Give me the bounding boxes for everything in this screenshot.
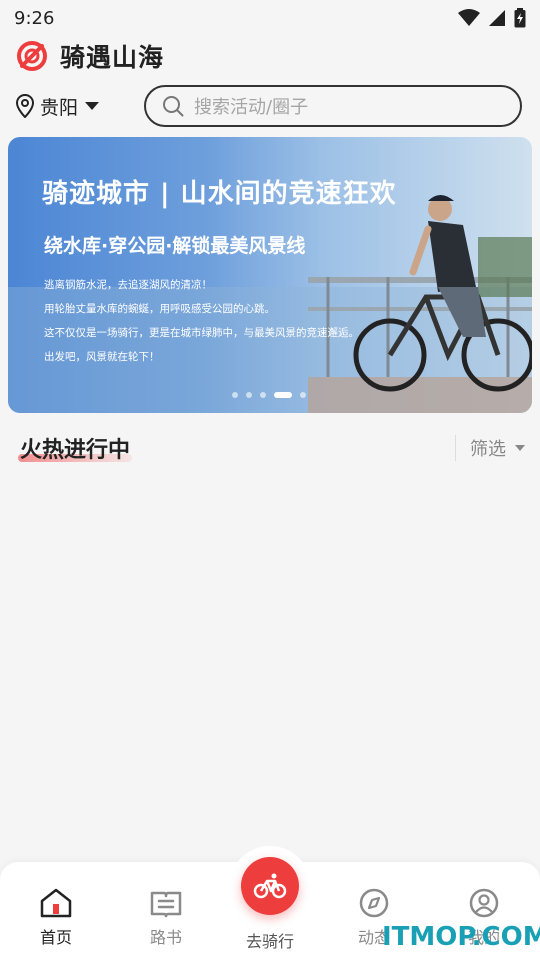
location-pin-icon xyxy=(16,94,34,118)
search-icon xyxy=(163,96,184,117)
status-icons xyxy=(458,8,526,28)
carousel-dot[interactable] xyxy=(260,392,266,398)
city-selector[interactable]: 贵阳 xyxy=(16,93,144,120)
carousel-dot[interactable] xyxy=(246,392,252,398)
carousel-dot[interactable] xyxy=(300,392,306,398)
nav-label: 路书 xyxy=(149,928,182,947)
go-ride-label: 去骑行 xyxy=(245,932,294,951)
banner-subtitle: 绕水库·穿公园·解锁最美风景线 xyxy=(44,235,306,257)
section-title-text: 火热进行中 xyxy=(20,438,131,463)
nav-item-home[interactable]: 首页 xyxy=(16,888,96,948)
promo-banner[interactable]: 骑迹城市 | 山水间的竞速狂欢 绕水库·穿公园·解锁最美风景线 逃离钢筋水泥，去… xyxy=(8,137,532,413)
nav-label: 首页 xyxy=(39,928,72,947)
app-title: 骑遇山海 xyxy=(60,43,165,72)
banner-line: 用轮胎丈量水库的蜿蜒，用呼吸感受公园的心跳。 xyxy=(44,303,275,315)
banner-description: 逃离钢筋水泥，去追逐湖风的清凉！ 用轮胎丈量水库的蜿蜒，用呼吸感受公园的心跳。 … xyxy=(44,273,359,369)
signal-icon xyxy=(489,10,505,26)
search-input[interactable]: 搜索活动/圈子 xyxy=(144,85,522,127)
watermark: ITMOP.COM xyxy=(382,922,540,952)
city-name: 贵阳 xyxy=(40,96,79,119)
battery-icon xyxy=(514,8,526,28)
profile-icon xyxy=(469,888,499,918)
app-logo-icon xyxy=(17,41,47,71)
wifi-icon xyxy=(458,9,480,26)
bicycle-icon xyxy=(253,873,287,899)
banner-title: 骑迹城市 | 山水间的竞速狂欢 xyxy=(42,179,397,209)
filter-button[interactable]: 筛选 xyxy=(455,435,526,461)
nav-item-route-book[interactable]: 路书 xyxy=(126,888,206,948)
search-placeholder: 搜索活动/圈子 xyxy=(194,97,309,118)
carousel-dot-active[interactable] xyxy=(274,392,292,398)
caret-down-icon xyxy=(85,102,100,110)
location-search-row: 贵阳 搜索活动/圈子 xyxy=(16,84,522,128)
section-title: 火热进行中 xyxy=(18,432,133,464)
status-bar: 9:26 xyxy=(0,0,540,36)
compass-icon xyxy=(359,888,389,918)
filter-label: 筛选 xyxy=(470,439,506,460)
route-book-icon xyxy=(150,891,182,918)
caret-down-icon xyxy=(515,445,525,451)
home-icon xyxy=(40,888,72,918)
status-time: 9:26 xyxy=(14,7,55,29)
app-header: 骑遇山海 xyxy=(16,38,164,74)
banner-line: 出发吧，风景就在轮下！ xyxy=(44,351,160,363)
section-header: 火热进行中 筛选 xyxy=(18,430,526,466)
banner-line: 这不仅仅是一场骑行，更是在城市绿肺中，与最美风景的竞速邂逅。 xyxy=(44,327,359,339)
carousel-dot[interactable] xyxy=(232,392,238,398)
banner-line: 逃离钢筋水泥，去追逐湖风的清凉！ xyxy=(44,279,212,291)
go-ride-button[interactable] xyxy=(241,857,299,915)
carousel-indicator xyxy=(232,392,306,398)
